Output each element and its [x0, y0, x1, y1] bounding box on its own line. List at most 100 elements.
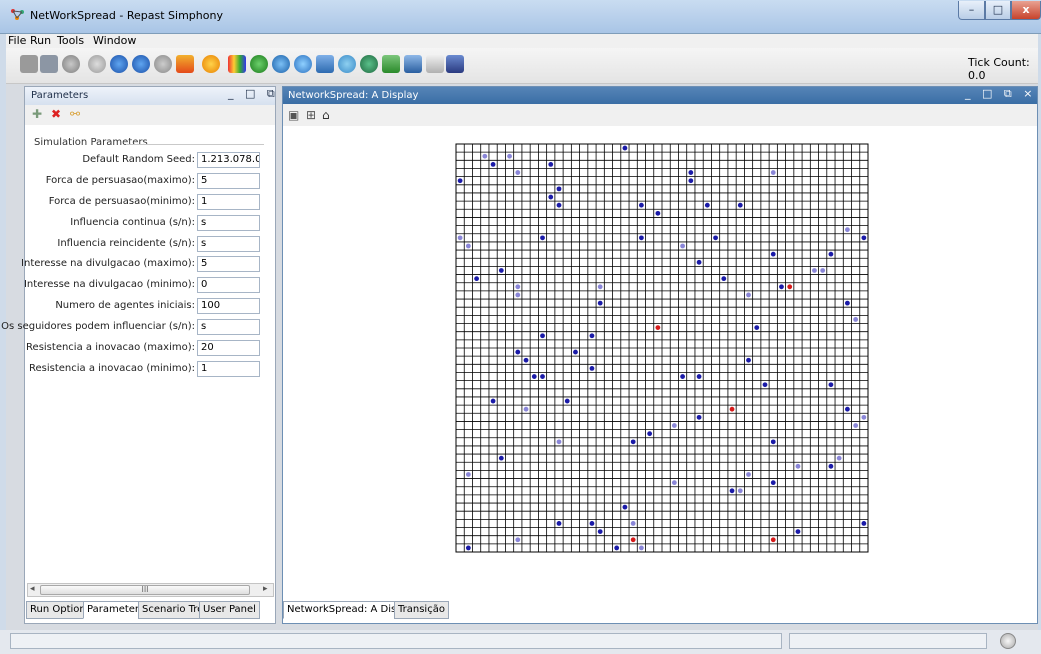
link-icon[interactable]: ⚯	[70, 107, 80, 121]
agent-marker-dark[interactable]	[828, 251, 834, 257]
agent-marker-light[interactable]	[457, 235, 463, 241]
transport-icon[interactable]	[446, 55, 464, 73]
save-icon[interactable]	[40, 55, 58, 73]
agent-marker-light[interactable]	[597, 284, 603, 290]
agent-marker-dark[interactable]	[498, 455, 504, 461]
agent-marker-dark[interactable]	[589, 366, 595, 371]
agent-marker-dark[interactable]	[639, 202, 644, 208]
agent-marker-dark[interactable]	[573, 349, 578, 355]
param-field-resistencia-max[interactable]: 20	[197, 340, 260, 356]
agent-marker-dark[interactable]	[770, 439, 776, 445]
minimize-button[interactable]: –	[958, 1, 985, 20]
agent-marker-dark[interactable]	[490, 398, 496, 404]
agent-marker-dark[interactable]	[828, 382, 834, 388]
agent-marker-dark[interactable]	[556, 202, 562, 208]
agent-marker-light[interactable]	[515, 292, 521, 298]
agent-marker-red[interactable]	[630, 537, 636, 543]
agent-marker-dark[interactable]	[754, 325, 760, 330]
agent-marker-dark[interactable]	[630, 439, 636, 445]
agent-marker-dark[interactable]	[490, 162, 496, 167]
agent-marker-red[interactable]	[655, 325, 661, 330]
display-panel-controls[interactable]: _ □ ⧉ ×	[965, 87, 1036, 101]
globe-icon[interactable]	[338, 55, 356, 73]
param-field-forca-max[interactable]: 5	[197, 173, 260, 189]
agent-marker-dark[interactable]	[523, 357, 529, 363]
agent-marker-light[interactable]	[746, 292, 751, 298]
param-field-random-seed[interactable]: 1.213.078.039	[197, 152, 260, 168]
agent-marker-dark[interactable]	[828, 463, 834, 469]
status-indicator-icon[interactable]	[1000, 633, 1016, 649]
agent-marker-red[interactable]	[729, 406, 735, 412]
agent-marker-dark[interactable]	[746, 357, 751, 363]
agent-grid[interactable]	[455, 143, 869, 553]
agent-marker-dark[interactable]	[737, 202, 743, 208]
agent-marker-dark[interactable]	[614, 545, 620, 551]
agent-marker-light[interactable]	[861, 414, 867, 420]
agent-marker-dark[interactable]	[696, 259, 702, 265]
play-icon[interactable]	[132, 55, 150, 73]
agent-marker-light[interactable]	[630, 521, 636, 526]
agent-marker-dark[interactable]	[597, 300, 603, 306]
camera-icon[interactable]: ▣	[288, 108, 299, 122]
agent-marker-light[interactable]	[820, 268, 826, 273]
agent-marker-dark[interactable]	[531, 374, 537, 379]
agent-marker-dark[interactable]	[622, 145, 628, 151]
agent-marker-dark[interactable]	[465, 545, 471, 551]
database-icon[interactable]	[62, 55, 80, 73]
param-field-interesse-min[interactable]: 0	[197, 277, 260, 293]
agent-marker-dark[interactable]	[770, 480, 776, 486]
agent-marker-light[interactable]	[556, 439, 562, 445]
agent-marker-light[interactable]	[515, 537, 521, 543]
agent-marker-light[interactable]	[853, 317, 859, 322]
agent-marker-light[interactable]	[671, 480, 677, 486]
agent-marker-dark[interactable]	[762, 382, 768, 388]
agent-marker-dark[interactable]	[770, 251, 776, 257]
menu-window[interactable]: Window	[93, 34, 136, 47]
agent-marker-dark[interactable]	[639, 235, 644, 241]
menu-tools[interactable]: Tools	[57, 34, 84, 47]
tab-transicao[interactable]: Transição	[394, 601, 449, 619]
param-field-forca-min[interactable]: 1	[197, 194, 260, 210]
scroll-left-icon[interactable]: ◂	[30, 584, 35, 594]
export-icon[interactable]	[250, 55, 268, 73]
agent-marker-light[interactable]	[845, 227, 850, 233]
step-icon[interactable]	[110, 55, 128, 73]
run-options-icon[interactable]	[202, 55, 220, 73]
agent-marker-light[interactable]	[515, 170, 521, 175]
agent-marker-light[interactable]	[465, 243, 471, 249]
agent-marker-dark[interactable]	[861, 235, 867, 241]
agent-marker-dark[interactable]	[622, 504, 628, 510]
agent-marker-dark[interactable]	[647, 431, 653, 437]
document-icon[interactable]	[426, 55, 444, 73]
agent-marker-dark[interactable]	[795, 529, 801, 534]
agent-marker-light[interactable]	[795, 463, 801, 469]
param-field-influencia-continua[interactable]: s	[197, 215, 260, 231]
agent-marker-red[interactable]	[770, 537, 776, 543]
param-field-interesse-max[interactable]: 5	[197, 256, 260, 272]
add-icon[interactable]: ✚	[32, 107, 42, 121]
agent-marker-dark[interactable]	[680, 374, 685, 379]
search-icon[interactable]	[316, 55, 334, 73]
tab-user-panel[interactable]: User Panel	[199, 601, 260, 619]
chart-icon[interactable]	[228, 55, 246, 73]
param-field-seguidores[interactable]: s	[197, 319, 260, 335]
menu-file[interactable]: File	[8, 34, 26, 47]
batch-icon[interactable]	[272, 55, 290, 73]
grid-icon[interactable]	[404, 55, 422, 73]
maximize-button[interactable]: □	[985, 1, 1011, 20]
agent-marker-dark[interactable]	[861, 521, 867, 526]
scroll-right-icon[interactable]: ▸	[263, 584, 268, 594]
agent-marker-light[interactable]	[671, 423, 677, 428]
agent-marker-dark[interactable]	[713, 235, 718, 241]
delete-icon[interactable]: ✖	[51, 107, 61, 121]
agent-marker-dark[interactable]	[515, 349, 521, 355]
agent-marker-dark[interactable]	[540, 333, 545, 339]
agent-marker-light[interactable]	[770, 170, 776, 175]
agent-marker-light[interactable]	[746, 472, 751, 477]
agent-marker-light[interactable]	[507, 153, 512, 159]
agent-marker-dark[interactable]	[548, 162, 554, 167]
image-icon[interactable]	[382, 55, 400, 73]
agent-marker-dark[interactable]	[589, 521, 595, 526]
close-button[interactable]: x	[1011, 1, 1041, 20]
agent-marker-dark[interactable]	[556, 521, 562, 526]
